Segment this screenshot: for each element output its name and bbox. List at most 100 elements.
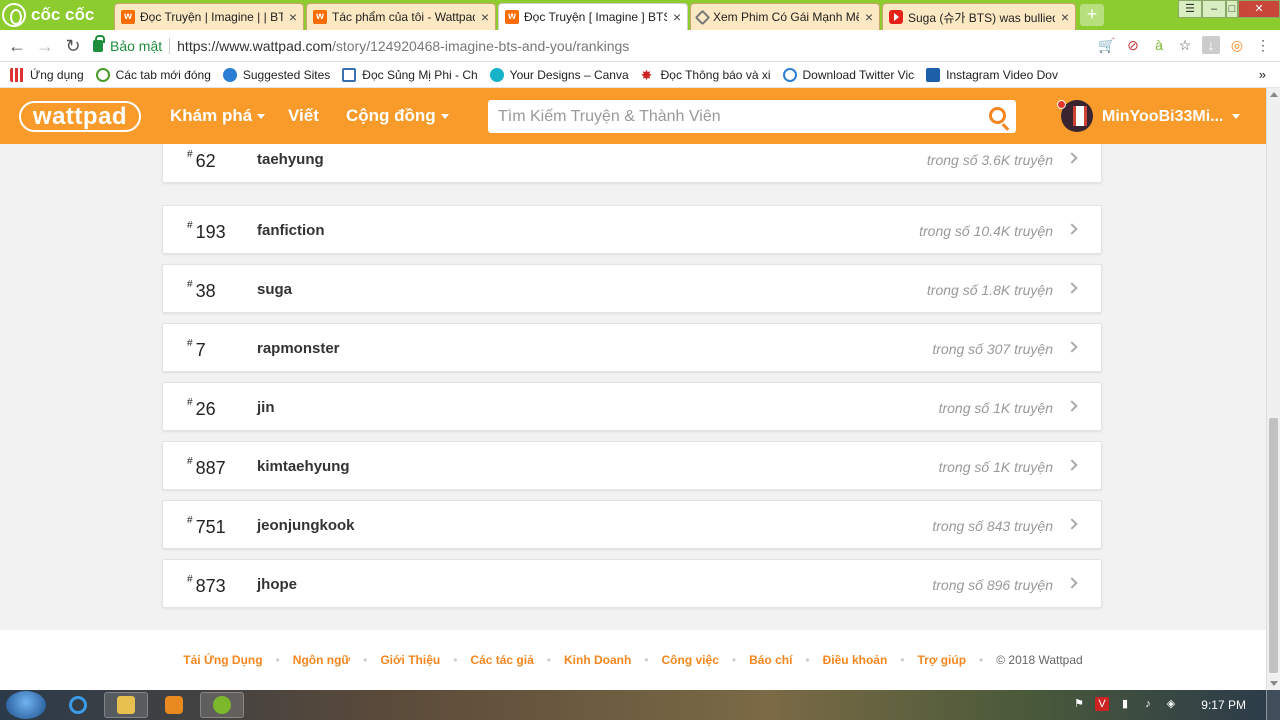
ranking-row[interactable]: #38 suga trong số 1.8K truyện [162,264,1102,313]
antivirus-icon[interactable]: V [1095,697,1109,711]
wattpad-logo[interactable]: wattpad [19,101,141,132]
back-arrow-icon[interactable]: ← [6,35,28,57]
chevron-down-icon [440,114,449,120]
rank-tag: taehyung [257,151,324,168]
bookmark-instagram-video[interactable]: Instagram Video Dov [926,67,1058,82]
search-icon[interactable] [989,107,1006,124]
close-tab-icon[interactable]: × [481,9,489,25]
chevron-right-icon [1066,223,1078,235]
taskbar-ie[interactable] [56,692,100,718]
browser-brand[interactable]: cốc cốc [2,2,94,28]
translate-icon[interactable]: à [1150,36,1168,54]
wattpad-header: wattpad Khám phá Viết Cộng đồng MinYooBi… [0,88,1268,144]
taskbar-coccoc[interactable] [200,692,244,718]
bookmark-story[interactable]: Đọc Sủng Mị Phi - Ch [342,67,478,82]
scroll-up-arrow-icon[interactable] [1270,92,1278,97]
nav-community[interactable]: Cộng đồng [346,106,449,126]
footer-link-writers[interactable]: Các tác giả [470,653,533,667]
scrollbar-thumb[interactable] [1269,418,1278,673]
blocked-cookie-icon[interactable]: ⊘ [1124,36,1142,54]
bookmark-canva[interactable]: Your Designs – Canva [489,67,629,82]
hash-symbol: # [187,279,193,290]
search-box [488,100,1016,133]
start-button[interactable] [6,691,46,719]
rank-tag: suga [257,281,293,298]
footer-link-app[interactable]: Tải Ứng Dụng [183,653,262,667]
download-icon[interactable]: ↓ [1202,36,1220,54]
bookmark-suggested-sites[interactable]: Suggested Sites [222,67,330,82]
ranking-row[interactable]: #7 rapmonster trong số 307 truyện [162,323,1102,372]
chevron-down-icon [257,114,266,120]
url-field[interactable]: Bảo mật https://www.wattpad.com/story/12… [93,33,1203,59]
footer-link-terms[interactable]: Điều khoản [823,653,888,667]
ranking-row[interactable]: #751 jeonjungkook trong số 843 truyện [162,500,1102,549]
ranking-row[interactable]: #193 fanfiction trong số 10.4K truyện [162,205,1102,254]
close-tab-icon[interactable]: × [865,9,873,25]
extension-icon[interactable]: ◎ [1228,36,1246,54]
user-menu[interactable]: MinYooBi33Mi... [1102,108,1241,126]
close-window-icon[interactable]: ✕ [1238,0,1280,18]
ranking-row[interactable]: #26 jin trong số 1K truyện [162,382,1102,431]
bookmark-recent-tabs[interactable]: Các tab mới đóng [95,67,211,82]
browser-tab[interactable]: Xem Phim Có Gái Mạnh Mẽ × [690,3,880,30]
address-bar: ← → ↻ Bảo mật https://www.wattpad.com/st… [0,30,1280,62]
chevron-right-icon [1066,577,1078,589]
rank-tag: kimtaehyung [257,458,350,475]
browser-tab[interactable]: Suga (슈가 BTS) was bullied × [882,3,1076,30]
taskbar-clock[interactable]: 9:17 PM [1201,698,1246,712]
notification-badge[interactable] [1057,100,1066,109]
url-text: https://www.wattpad.com/story/124920468-… [177,38,629,54]
rank-number: #38 [187,279,216,302]
volume-icon[interactable]: ♪ [1141,697,1155,711]
twitter-icon [782,67,797,82]
ranking-row[interactable]: #873 jhope trong số 896 truyện [162,559,1102,608]
close-tab-icon[interactable]: × [289,9,297,25]
bookmark-notifications[interactable]: ✸ Đọc Thông báo và xi [641,68,771,82]
close-tab-icon[interactable]: × [673,9,681,25]
hash-symbol: # [187,515,193,526]
bookmark-star-icon[interactable]: ☆ [1176,36,1194,54]
rank-tag: jin [257,399,275,416]
page-scrollbar[interactable] [1266,88,1280,690]
footer-link-press[interactable]: Báo chí [749,653,792,667]
footer-link-help[interactable]: Trợ giúp [918,653,967,667]
bookmarks-overflow-button[interactable]: » [1259,67,1266,82]
bookmark-apps[interactable]: Ứng dụng [10,67,84,82]
menu-icon[interactable]: ☰ [1178,0,1202,18]
bookmark-twitter-video[interactable]: Download Twitter Vic [782,67,914,82]
flag-icon[interactable]: ⚑ [1072,697,1086,711]
taskbar-media-player[interactable] [152,692,196,718]
search-input[interactable] [488,100,958,133]
reload-icon[interactable]: ↻ [62,35,84,57]
browser-menu-icon[interactable]: ⋮ [1254,36,1272,54]
maximize-icon[interactable]: □ [1226,0,1238,18]
nav-explore[interactable]: Khám phá [170,106,266,126]
nav-write[interactable]: Viết [288,106,319,126]
language-icon[interactable]: ◈ [1164,697,1178,711]
minimize-icon[interactable]: – [1202,0,1226,18]
browser-tab[interactable]: Tác phẩm của tôi - Wattpad × [306,3,496,30]
show-desktop-button[interactable] [1266,690,1280,720]
scroll-down-arrow-icon[interactable] [1270,681,1278,686]
close-tab-icon[interactable]: × [1061,9,1069,25]
ranking-row[interactable]: #887 kimtaehyung trong số 1K truyện [162,441,1102,490]
bookmark-label: Ứng dụng [30,67,84,82]
footer-separator: • [644,653,649,667]
footer-link-about[interactable]: Giới Thiệu [380,653,440,667]
footer-link-business[interactable]: Kinh Doanh [564,653,631,667]
browser-tab-active[interactable]: Đọc Truyện [ Imagine ] BTS × [498,3,688,30]
chevron-right-icon [1066,459,1078,471]
taskbar-explorer[interactable] [104,692,148,718]
footer-link-language[interactable]: Ngôn ngữ [293,653,350,667]
network-signal-icon[interactable]: ▮ [1118,697,1132,711]
forward-arrow-icon[interactable]: → [34,35,56,57]
footer-link-jobs[interactable]: Công việc [662,653,719,667]
rank-number: #26 [187,397,216,420]
url-host: https://www.wattpad.com [177,38,332,54]
rank-number: #873 [187,574,226,597]
tab-title: Suga (슈가 BTS) was bullied [908,10,1055,25]
shopping-cart-icon[interactable]: 🛒 [1098,36,1116,54]
new-tab-button[interactable]: + [1080,4,1104,26]
ranking-row[interactable]: #62 taehyung trong số 3.6K truyện [162,144,1102,183]
browser-tab[interactable]: Đọc Truyện | Imagine | | BTS × [114,3,304,30]
